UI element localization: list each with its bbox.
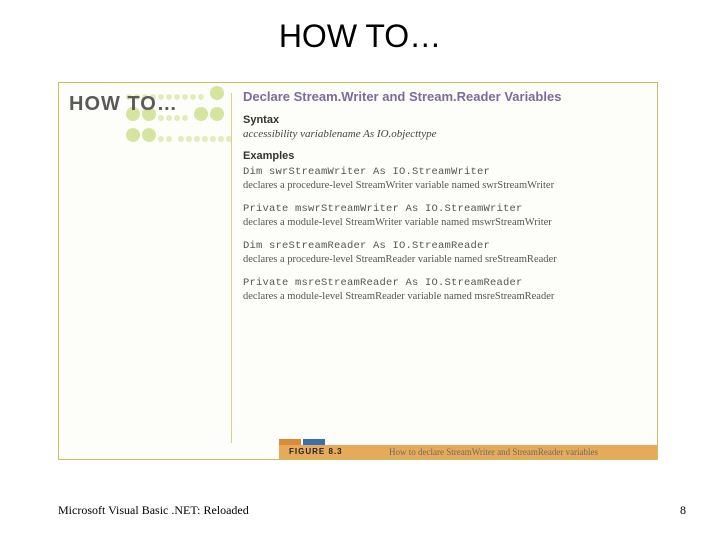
- figure-caption: How to declare StreamWriter and StreamRe…: [389, 445, 598, 459]
- example-desc: declares a module-level StreamWriter var…: [243, 217, 645, 228]
- example-block: Dim sreStreamReader As IO.StreamReader d…: [243, 240, 645, 265]
- example-code: Private mswrStreamWriter As IO.StreamWri…: [243, 203, 645, 215]
- syntax-heading: Syntax: [243, 114, 645, 126]
- syntax-line: accessibility variablename As IO.objectt…: [243, 128, 645, 140]
- example-block: Private mswrStreamWriter As IO.StreamWri…: [243, 203, 645, 228]
- figure-caption-bar: FIGURE 8.3 How to declare StreamWriter a…: [279, 437, 657, 459]
- figure-number: FIGURE 8.3: [289, 445, 343, 459]
- footer-book-title: Microsoft Visual Basic .NET: Reloaded: [58, 503, 249, 518]
- howto-heading: HOW TO…: [69, 93, 178, 116]
- example-desc: declares a procedure-level StreamWriter …: [243, 180, 645, 191]
- example-code: Private msreStreamReader As IO.StreamRea…: [243, 277, 645, 289]
- slide: HOW TO… HOW TO… Declare Stream.Writer an…: [0, 0, 720, 540]
- examples-heading: Examples: [243, 150, 645, 162]
- example-block: Dim swrStreamWriter As IO.StreamWriter d…: [243, 166, 645, 191]
- vertical-divider: [231, 93, 232, 443]
- example-code: Dim sreStreamReader As IO.StreamReader: [243, 240, 645, 252]
- example-block: Private msreStreamReader As IO.StreamRea…: [243, 277, 645, 302]
- example-code: Dim swrStreamWriter As IO.StreamWriter: [243, 166, 645, 178]
- example-desc: declares a procedure-level StreamReader …: [243, 254, 645, 265]
- figure-content: Declare Stream.Writer and Stream.Reader …: [243, 89, 645, 314]
- section-title: Declare Stream.Writer and Stream.Reader …: [243, 89, 645, 104]
- footer-page-number: 8: [680, 503, 686, 518]
- slide-title: HOW TO…: [0, 18, 720, 55]
- figure-box: HOW TO… Declare Stream.Writer and Stream…: [58, 82, 658, 460]
- example-desc: declares a module-level StreamReader var…: [243, 291, 645, 302]
